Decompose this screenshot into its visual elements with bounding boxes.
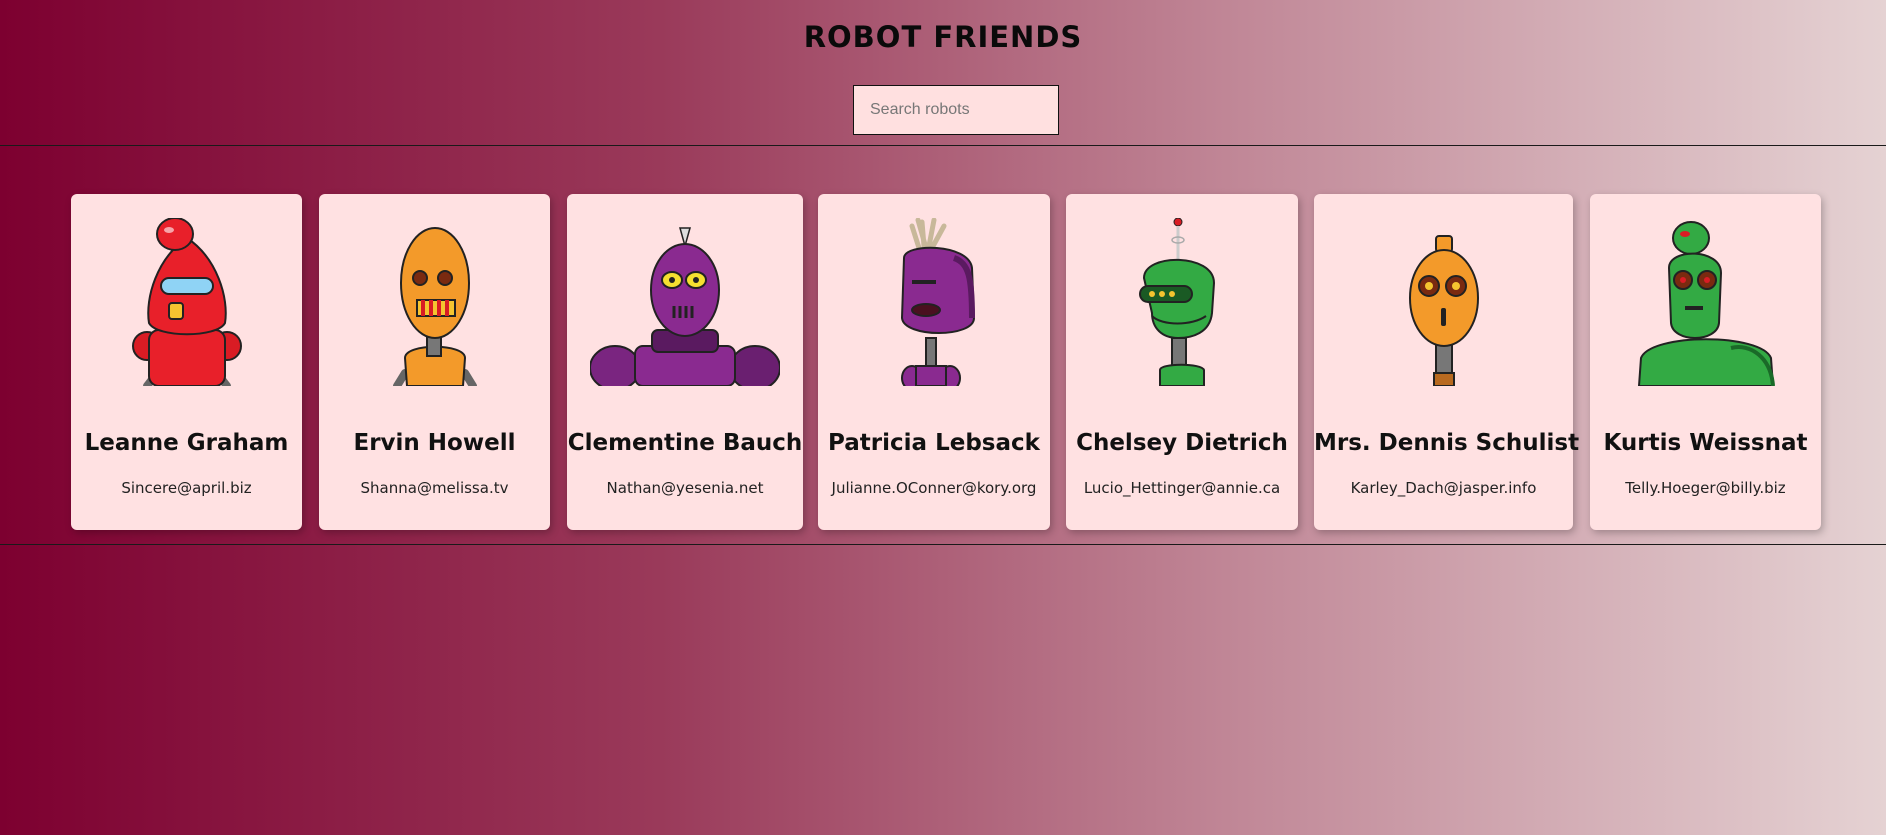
- card-list[interactable]: Leanne Graham Sincere@april.biz Ervin Ho…: [0, 146, 1886, 544]
- robot-email: Nathan@yesenia.net: [606, 479, 764, 497]
- robot-name: Chelsey Dietrich: [1076, 430, 1288, 456]
- robot-avatar: [1637, 221, 1775, 386]
- robot-email: Sincere@april.biz: [121, 479, 252, 497]
- robot-card[interactable]: Clementine Bauch Nathan@yesenia.net: [567, 194, 803, 530]
- robot-email: Telly.Hoeger@billy.biz: [1625, 479, 1786, 497]
- robot-avatar: [900, 218, 976, 386]
- robot-email: Julianne.OConner@kory.org: [831, 479, 1037, 497]
- robot-name: Patricia Lebsack: [828, 430, 1040, 456]
- robot-card[interactable]: Ervin Howell Shanna@melissa.tv: [319, 194, 550, 530]
- robot-email: Shanna@melissa.tv: [360, 479, 509, 497]
- robot-card[interactable]: Mrs. Dennis Schulist Karley_Dach@jasper.…: [1314, 194, 1580, 530]
- page-title: ROBOT FRIENDS: [803, 20, 1083, 54]
- robot-avatar: [1139, 218, 1216, 386]
- scroll-bottom-divider: [0, 544, 1886, 545]
- robot-avatar: [590, 227, 780, 386]
- robot-name: Mrs. Dennis Schulist: [1314, 430, 1580, 456]
- robot-email: Lucio_Hettinger@annie.ca: [1083, 479, 1281, 497]
- robot-name: Leanne Graham: [84, 430, 289, 456]
- robot-card[interactable]: Patricia Lebsack Julianne.OConner@kory.o…: [818, 194, 1050, 530]
- robot-name: Clementine Bauch: [567, 430, 803, 456]
- app-header: ROBOT FRIENDS: [0, 0, 1886, 145]
- robot-card[interactable]: Kurtis Weissnat Telly.Hoeger@billy.biz: [1590, 194, 1821, 530]
- robot-card[interactable]: Chelsey Dietrich Lucio_Hettinger@annie.c…: [1066, 194, 1298, 530]
- robot-avatar: [392, 227, 477, 386]
- robot-card[interactable]: Leanne Graham Sincere@april.biz: [71, 194, 302, 530]
- robot-avatar: [131, 218, 242, 386]
- search-input[interactable]: [853, 85, 1059, 135]
- robot-name: Kurtis Weissnat: [1603, 430, 1808, 456]
- robot-email: Karley_Dach@jasper.info: [1350, 479, 1537, 497]
- robot-avatar: [1408, 235, 1479, 386]
- robot-name: Ervin Howell: [353, 430, 516, 456]
